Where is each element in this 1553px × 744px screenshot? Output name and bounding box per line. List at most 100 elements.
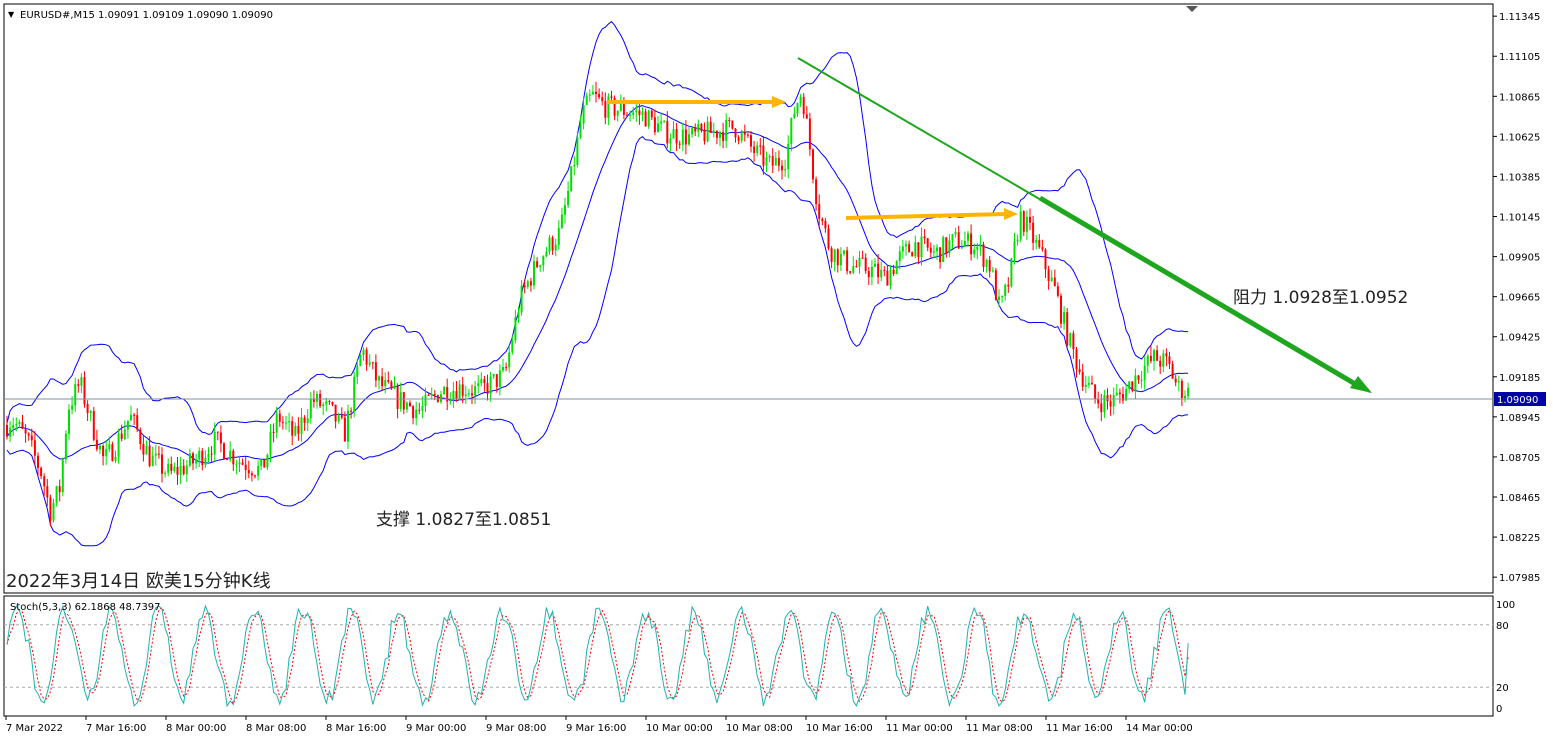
candle-body [1146,355,1149,366]
candle-body [1016,239,1019,242]
candle-body [880,269,883,278]
stochastic-tick-label: 0 [1496,704,1502,715]
candle-body [297,425,300,434]
price-tick-label: 1.08465 [1499,493,1540,504]
time-tick-label: 9 Mar 16:00 [566,723,626,734]
candle-body [1103,395,1106,413]
candle-body [588,94,591,96]
candle-body [24,428,27,434]
candle-body [576,137,579,166]
candle-body [539,265,542,268]
candle-body [1078,369,1081,372]
candle-body [917,242,920,258]
candle-body [520,285,523,313]
candle-body [71,405,74,410]
candle-body [1165,353,1168,357]
candle-body [529,281,532,286]
candle-body [883,269,886,271]
candle-body [784,169,787,171]
candle-body [821,218,824,221]
candle-body [257,465,260,476]
candle-body [182,465,185,475]
candle-body [858,257,861,267]
candle-body [421,405,424,411]
candle-body [241,462,244,465]
candle-body [976,247,979,250]
candle-body [746,134,749,136]
candle-body [1075,349,1078,370]
candle-body [725,120,728,141]
candle-body [1063,312,1066,324]
candle-body [207,453,210,458]
candle-body [1081,371,1084,387]
candle-body [802,96,805,115]
candle-body [80,377,83,386]
candle-body [570,166,573,192]
candle-body [244,464,247,471]
candle-body [734,128,737,138]
support-annotation: 支撑 1.0827至1.0851 [376,510,551,530]
candle-body [905,244,907,247]
candle-body [703,130,706,142]
candle-body [945,237,948,254]
candle-body [517,312,520,318]
candle-body [1134,375,1137,391]
candle-body [254,475,256,477]
candle-body [176,466,179,475]
candle-body [939,247,942,263]
candle-body [756,145,759,154]
candle-body [1162,353,1165,367]
candle-body [669,138,672,144]
candle-body [161,454,163,474]
candle-body [486,383,489,394]
candle-body [932,251,935,253]
candle-body [418,409,421,411]
candle-body [1180,381,1183,398]
price-tick-label: 1.08945 [1499,413,1540,424]
candle-body [1159,360,1162,367]
candle-body [1112,394,1115,407]
candle-body [1128,381,1131,389]
time-tick-label: 10 Mar 00:00 [646,723,713,734]
candle-body [1156,350,1159,361]
candle-body [61,459,64,493]
candle-body [867,271,870,278]
candle-body [390,381,393,389]
candle-body [548,237,551,252]
candle-body [647,110,650,127]
candle-body [843,250,845,254]
candle-body [936,247,938,252]
time-tick-label: 10 Mar 16:00 [806,723,873,734]
candle-body [229,450,232,460]
candle-body [1115,392,1118,395]
candle-body [908,244,911,253]
candle-body [514,317,517,341]
price-tick-label: 1.10625 [1499,132,1540,143]
price-tick-label: 1.07985 [1499,573,1540,584]
price-tick-label: 1.09905 [1499,253,1540,264]
candle-body [83,377,86,405]
candle-body [1060,295,1062,324]
candle-body [167,463,170,473]
candle-body [793,113,796,119]
candle-body [1091,382,1093,385]
candle-body [892,269,895,275]
candle-body [402,392,405,410]
candle-body [557,227,560,245]
candle-body [433,394,436,396]
candle-body [455,391,458,400]
dropdown-arrow-icon[interactable]: ▼ [8,10,15,19]
candle-body [750,135,752,147]
candle-body [1177,381,1180,383]
candle-body [58,486,61,493]
candle-body [192,453,194,464]
candle-body [412,406,415,419]
candle-body [660,121,663,124]
candle-body [474,386,477,396]
price-tick-label: 1.10385 [1499,172,1540,183]
candle-body [694,127,697,132]
candle-body [449,399,452,402]
candle-body [818,204,821,219]
candle-body [247,470,250,474]
candle-body [1004,284,1007,297]
